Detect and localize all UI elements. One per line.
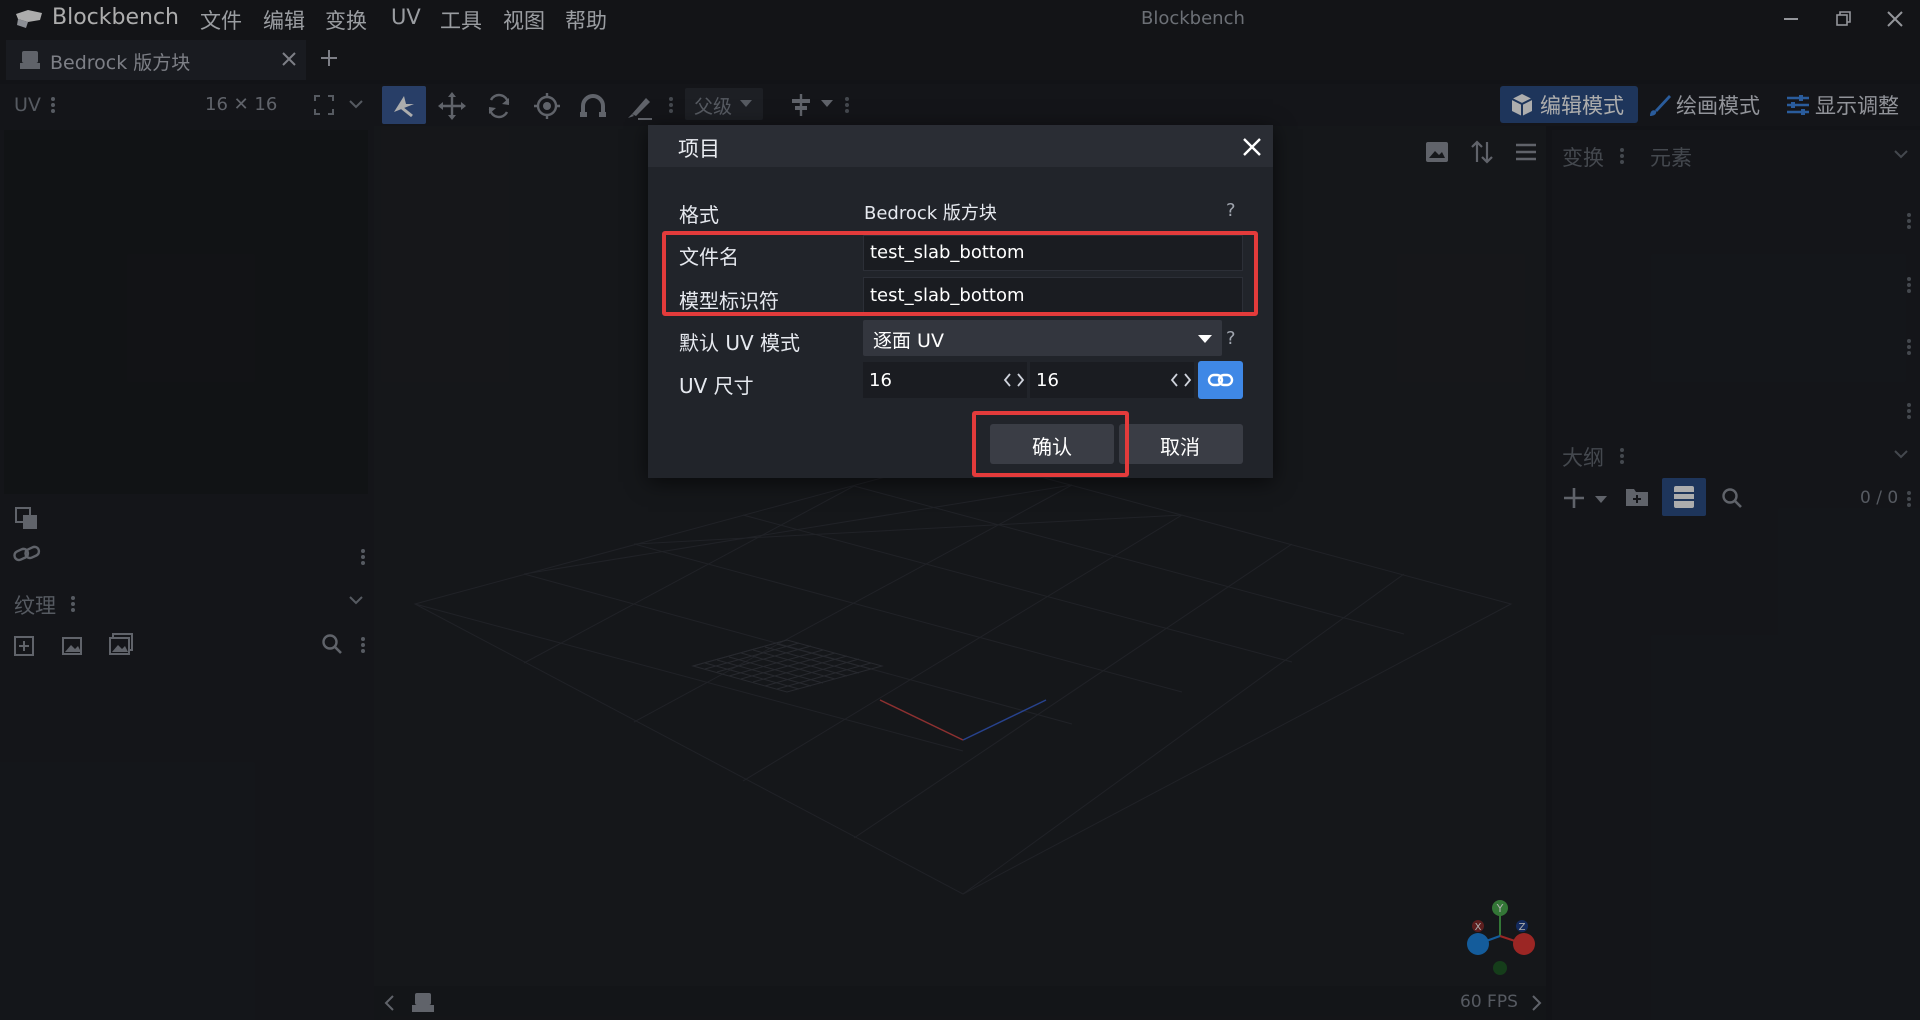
highlight-confirm [972,411,1129,477]
uv-width-stepper-icon[interactable] [1003,372,1025,388]
dialog-title: 项目 [678,137,720,161]
uv-mode-help-icon[interactable]: ? [1226,328,1236,349]
uv-height-value: 16 [1036,370,1059,391]
format-value: Bedrock 版方块 [864,203,997,224]
uv-mode-value: 逐面 UV [873,330,944,352]
highlight-name-fields [662,231,1258,316]
uv-width-value: 16 [869,370,892,391]
uv-mode-label: 默认 UV 模式 [679,331,801,355]
uv-size-label: UV 尺寸 [679,374,754,398]
dialog-close-icon[interactable] [1238,133,1266,161]
uv-height-stepper-icon[interactable] [1170,372,1192,388]
uv-mode-dropdown-icon [1197,334,1213,344]
format-help-icon[interactable]: ? [1226,200,1236,221]
dialog-header [648,125,1273,167]
link-uv-size-button[interactable] [1198,361,1243,399]
format-label: 格式 [679,203,719,227]
cancel-label: 取消 [1160,435,1200,459]
